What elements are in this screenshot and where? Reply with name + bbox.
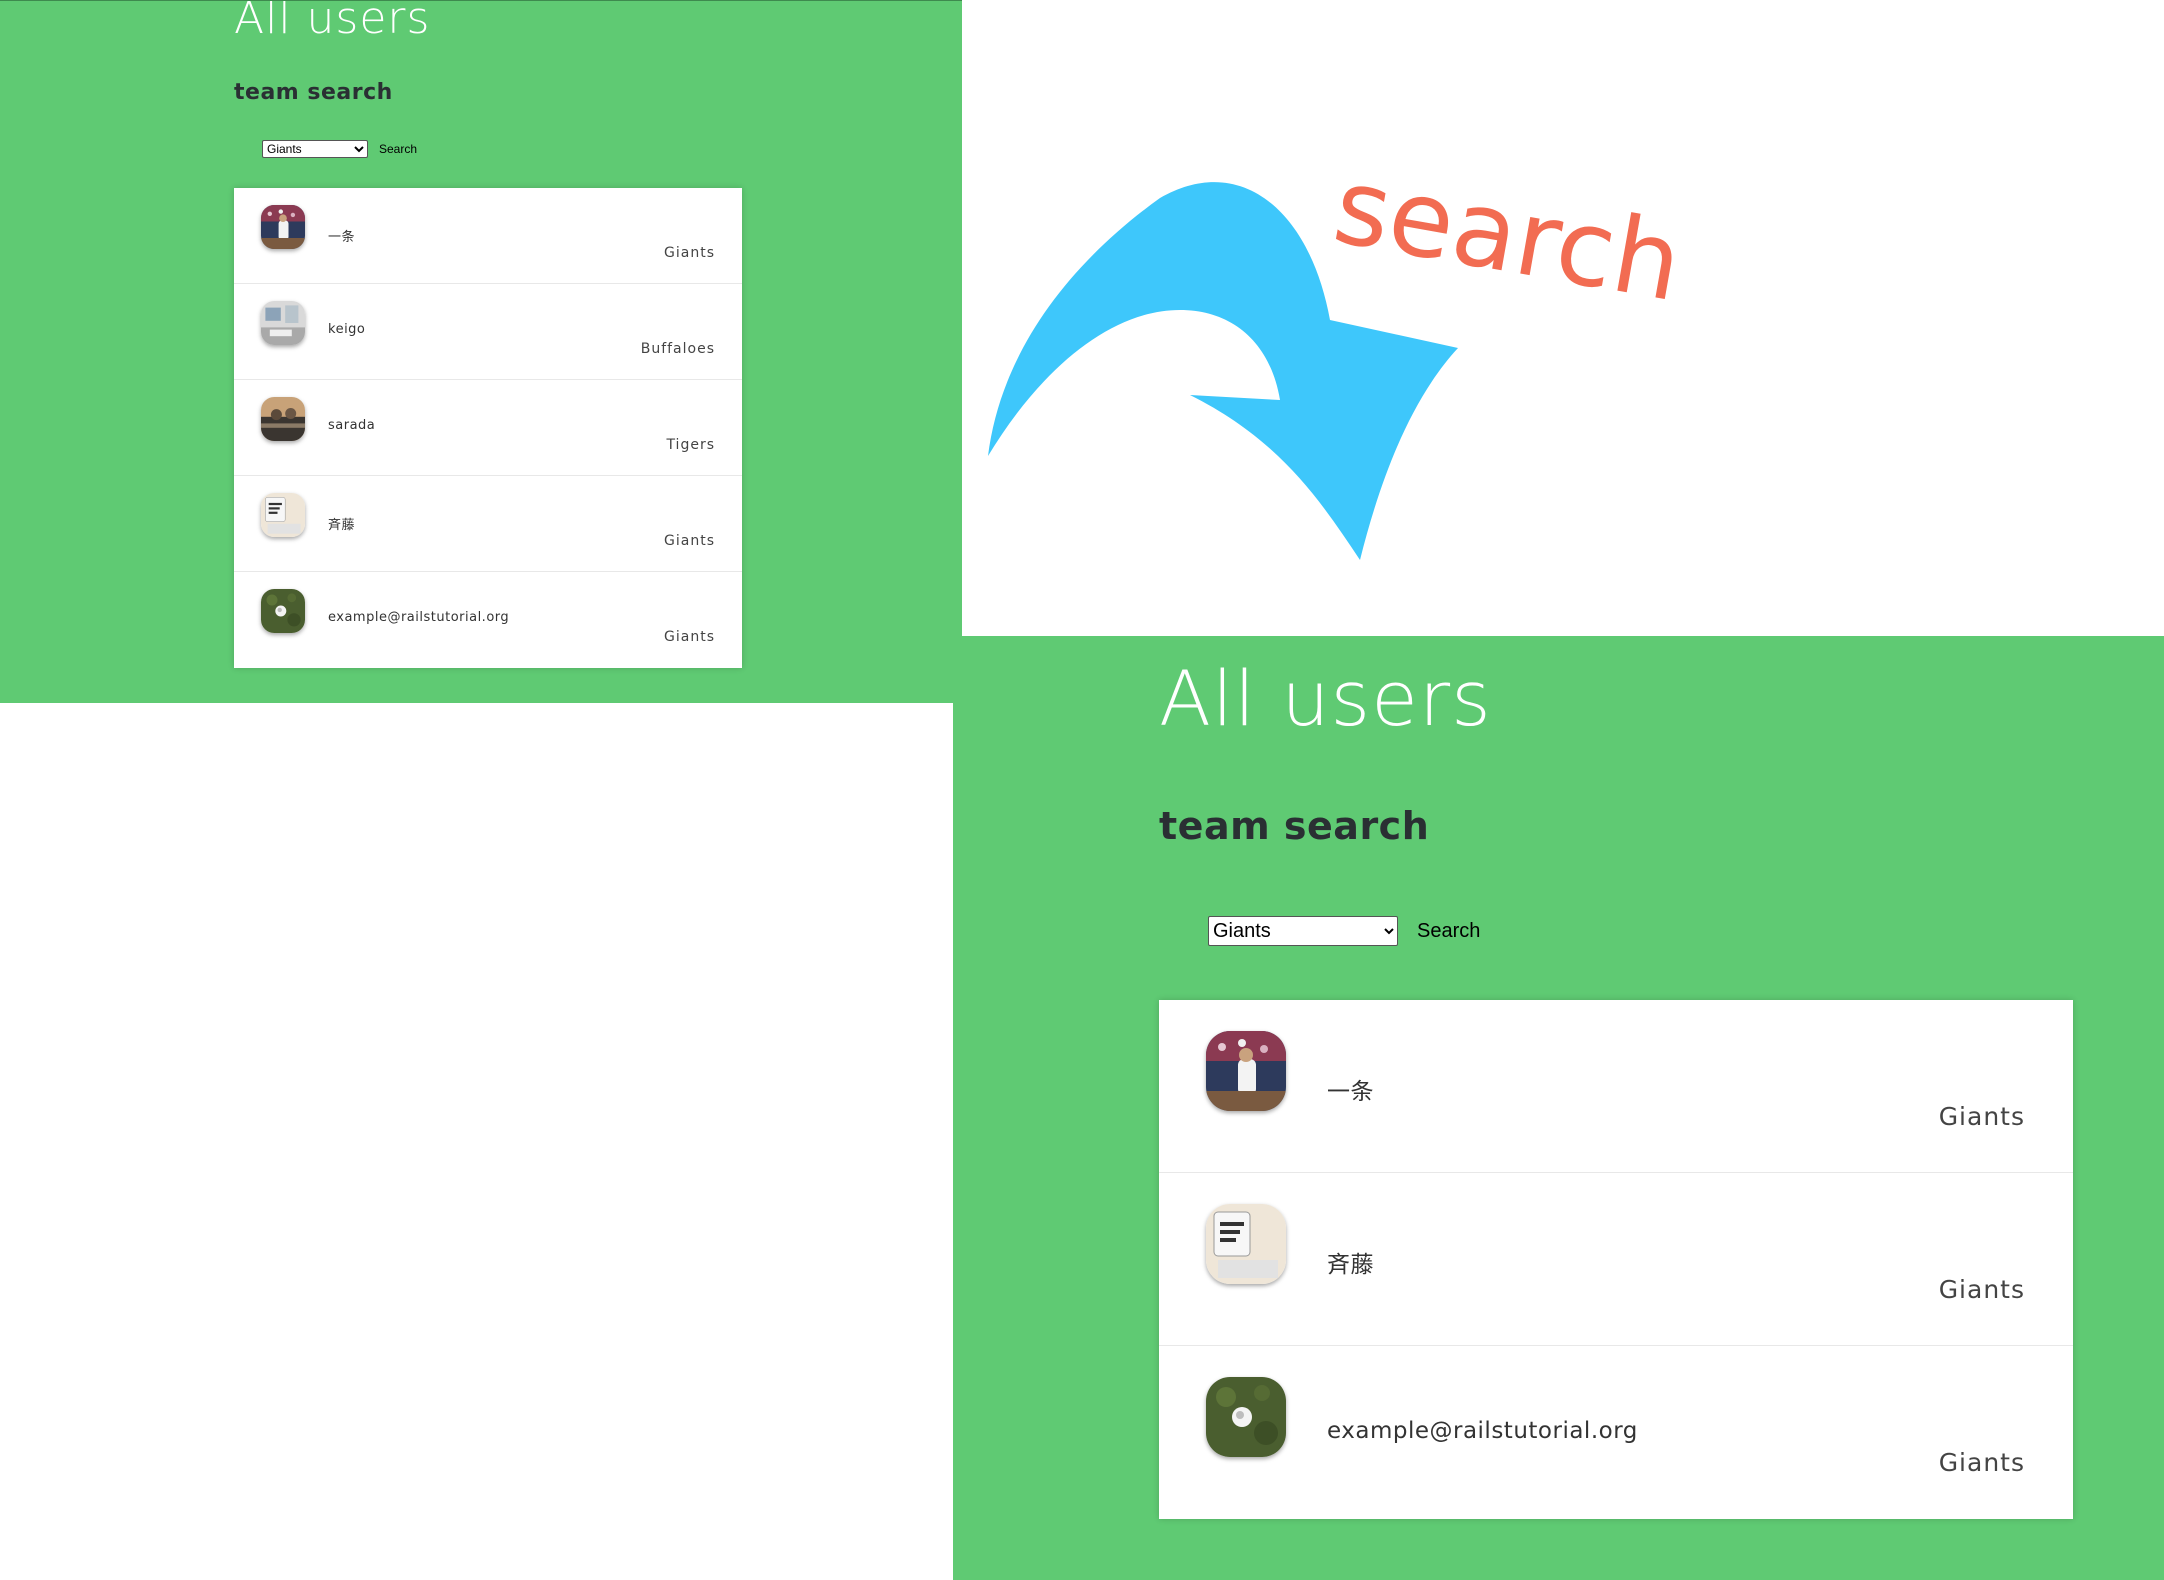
mug-photo (1206, 1204, 1286, 1284)
page-title: All users (234, 0, 431, 44)
statue-photo (261, 397, 305, 441)
user-team: Giants (1938, 1448, 2025, 1477)
user-row: example@railstutorial.org Giants (1159, 1346, 2073, 1519)
search-button[interactable]: Search (379, 142, 417, 156)
user-avatar[interactable] (261, 589, 305, 633)
users-page-after-search: All users team search Giants Search 一条 G… (953, 636, 2164, 1580)
search-annotation-text: search (1326, 180, 1691, 325)
user-row: 一条 Giants (234, 188, 742, 284)
team-select[interactable]: Giants (1208, 916, 1398, 946)
team-search-heading: team search (1159, 804, 1430, 848)
user-row: keigo Buffaloes (234, 284, 742, 380)
user-avatar[interactable] (261, 301, 305, 345)
user-avatar[interactable] (1206, 1377, 1286, 1457)
user-row: 斉藤 Giants (234, 476, 742, 572)
team-search-heading: team search (234, 80, 393, 105)
user-team: Tigers (666, 437, 715, 453)
search-button[interactable]: Search (1417, 920, 1480, 943)
user-avatar[interactable] (1206, 1204, 1286, 1284)
user-name[interactable]: 一条 (328, 226, 355, 245)
user-name[interactable]: example@railstutorial.org (328, 610, 509, 625)
user-list: 一条 Giants keigo Buffaloes sarada Tigers … (234, 188, 742, 668)
user-team: Buffaloes (640, 341, 715, 357)
users-page-before-search: All users team search Giants Search 一条 G… (0, 0, 962, 703)
user-row: 斉藤 Giants (1159, 1173, 2073, 1346)
baseball-player-photo (1206, 1031, 1286, 1111)
page-title: All users (1159, 654, 1492, 743)
user-avatar[interactable] (261, 205, 305, 249)
user-team: Giants (1938, 1102, 2025, 1131)
user-team: Giants (1938, 1275, 2025, 1304)
user-name[interactable]: example@railstutorial.org (1327, 1418, 1638, 1444)
baseball-player-photo (261, 205, 305, 249)
team-select[interactable]: Giants (262, 140, 368, 158)
baseball-on-grass-photo (261, 589, 305, 633)
user-team: Giants (664, 245, 715, 261)
user-avatar[interactable] (261, 493, 305, 537)
user-row: sarada Tigers (234, 380, 742, 476)
search-arrow-annotation: search (988, 180, 1691, 560)
mug-photo (261, 493, 305, 537)
user-name[interactable]: 斉藤 (1327, 1245, 1374, 1279)
baseball-on-grass-photo (1206, 1377, 1286, 1457)
user-name[interactable]: sarada (328, 418, 375, 433)
user-name[interactable]: 斉藤 (328, 514, 355, 533)
user-row: 一条 Giants (1159, 1000, 2073, 1173)
user-row: example@railstutorial.org Giants (234, 572, 742, 668)
user-name[interactable]: keigo (328, 322, 365, 337)
team-search-form: Giants Search (262, 140, 417, 158)
user-name[interactable]: 一条 (1327, 1072, 1374, 1106)
team-search-form: Giants Search (1208, 916, 1480, 946)
user-avatar[interactable] (1206, 1031, 1286, 1111)
user-list: 一条 Giants 斉藤 Giants example@railstutoria… (1159, 1000, 2073, 1519)
user-avatar[interactable] (261, 397, 305, 441)
desk-photo (261, 301, 305, 345)
user-team: Giants (664, 629, 715, 645)
user-team: Giants (664, 533, 715, 549)
